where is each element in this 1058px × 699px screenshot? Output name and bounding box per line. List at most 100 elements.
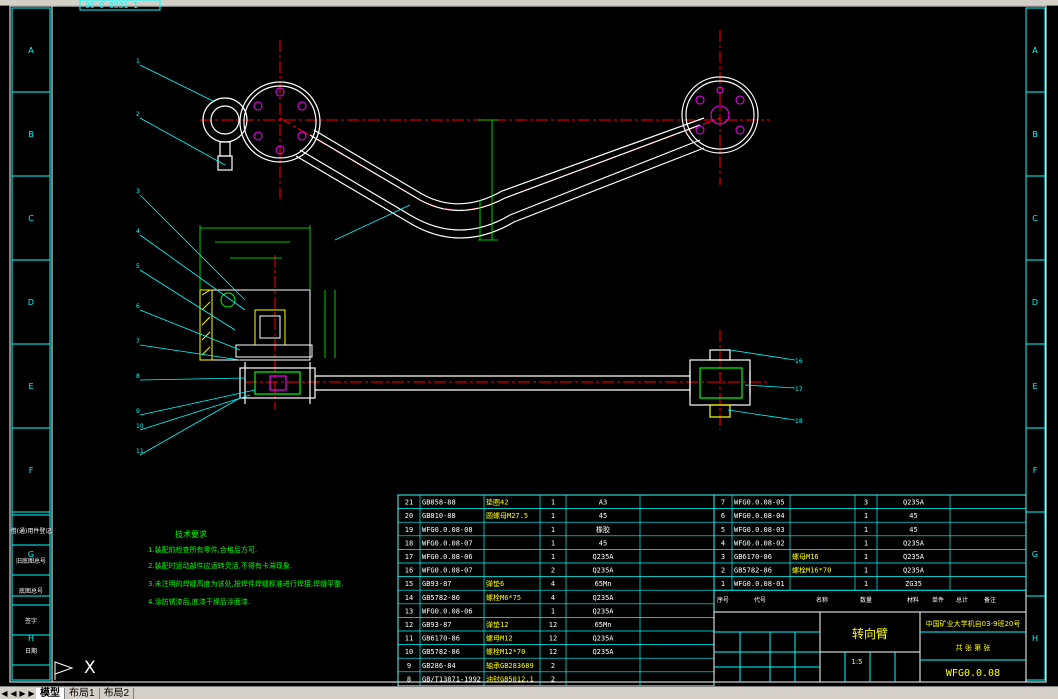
tech-req-title: 技术要求 [175,529,207,539]
bom-cell: 10 [405,648,413,656]
bom-cell: 6 [721,512,725,520]
bom-cell: 1 [864,512,868,520]
bom-header-cell: 代号 [754,596,766,604]
tech-req-line-2: 2.装配时运动部件应运转灵活,不得有卡滞现象. [148,561,292,570]
bom-cell: 1 [864,567,868,575]
title-sheet: 共 张 第 张 [956,643,991,652]
bom-cell: 11 [405,635,413,643]
bom-cell: 7 [721,499,725,507]
tech-req-line-1: 1.装配前检查所有零件,合格后方可. [148,545,257,554]
section-view [199,289,313,361]
bom-header-row: 序号 代号 名称 数量 材料 单件 总计 备注 [714,589,1026,604]
bom-cell: 圆螺母M27.5 [486,511,528,520]
part-balloon-left: 9 [136,408,140,415]
title-school: 中国矿业大学机自03-9班20号 [926,619,1021,628]
part-balloon-left: 7 [136,338,140,345]
bom-cell: WFG0.0.08-07 [422,567,473,575]
part-balloon-right: 17 [795,386,803,393]
bom-header-cell: 数量 [860,596,872,604]
bom-cell: WFG0.0.08-03 [734,526,785,534]
bom-cell: 1 [864,553,868,561]
bom-header-cell: 备注 [984,596,996,604]
bom-header-cell: 名称 [816,596,828,604]
title-drawing-no: WFG0.0.08 [946,668,1000,679]
tech-req-line-3: 3.未注明的焊缝高度为该处,按焊件焊缝标准进行焊接,焊缝平整. [148,579,343,588]
ucs-icon [54,661,74,680]
tab-layout2[interactable]: 布局2 [100,687,135,699]
tab-first-icon[interactable]: ◀ [0,689,9,698]
bom-cell: GB6170-86 [734,553,772,561]
bom-cell: 16 [405,567,413,575]
tab-model[interactable]: 模型 [36,687,65,699]
bom-cell: 65Mn [595,621,612,629]
bom-cell: 20 [405,512,413,520]
side-label-text: 日期 [25,647,37,655]
zone-letter-left: F [29,466,34,475]
bom-cell: WFG0.0.08-04 [734,512,785,520]
bom-cell: 19 [405,526,413,534]
technical-requirements: 技术要求 1.装配前检查所有零件,合格后方可. 2.装配时运动部件应运转灵活,不… [148,529,343,606]
bom-header-cell: 材料 [907,596,919,604]
zone-letter-right: H [1032,634,1038,643]
shaft-front-view [239,349,751,418]
bom-header-cell: 单件 [932,596,944,604]
bom-cell: 21 [405,499,413,507]
bom-cell: 弹垫6 [486,579,504,588]
bom-cell: Q235A [592,607,614,615]
tab-next-icon[interactable]: ▶ [18,689,27,698]
zone-letter-right: D [1032,298,1038,307]
bom-cell: 45 [909,512,917,520]
tab-prev-icon[interactable]: ◀ [9,689,18,698]
bom-cell: A3 [599,499,607,507]
bom-cell: 4 [551,594,555,602]
part-balloon-left: 4 [136,228,140,235]
part-balloon-left: 2 [136,111,140,118]
part-balloon-left: 5 [136,263,140,270]
bom-cell: 螺母M12 [486,634,513,643]
bom-cell: WFG0.0.08-08 [422,526,473,534]
bom-cell: 12 [549,621,557,629]
layout-tab-bar: ◀ ◀ ▶ ▶ 模型 布局1 布局2 [0,686,1058,699]
tab-last-icon[interactable]: ▶ [27,689,36,698]
part-balloons-right: 16 17 18 [795,358,803,425]
part-balloon-left: 11 [136,448,144,455]
part-balloon-left: 3 [136,188,140,195]
tab-layout1[interactable]: 布局1 [65,687,100,699]
bom-cell: 8 [407,675,411,683]
bom-cell: 45 [909,526,917,534]
bom-cell: 1 [551,499,555,507]
bom-cell: 4 [551,580,555,588]
bom-cell: Q235A [903,567,925,575]
bom-cell: 螺栓M6*75 [486,593,521,602]
bom-cell: GB6170-86 [422,635,460,643]
bom-cell: 1 [551,512,555,520]
bom-cell: 2 [551,675,555,683]
zone-letter-left: D [28,298,34,307]
bom-cell: Q235A [592,553,614,561]
bom-cell: 螺栓M12*70 [486,647,525,656]
bom-cell: GB5782-86 [422,648,460,656]
bom-cell: Q235A [592,594,614,602]
bom-cell: 12 [549,648,557,656]
bom-cell: 14 [405,594,413,602]
cad-drawing-canvas[interactable]: ABCDEFGH ABCDEFGH 借(通)用件登记旧底图总号底图总号签字日期 … [0,0,1058,686]
zone-letter-right: E [1032,382,1037,391]
centerlines [200,30,770,430]
part-balloon-left: 10 [136,423,144,430]
top-snippet: 00 0 0331 1 [85,1,138,10]
bom-cell: GB5782-86 [734,567,772,575]
bom-cell: 螺母M16 [792,552,819,561]
bom-cell: 45 [599,539,607,547]
side-label-text: 底图总号 [19,587,43,595]
zone-letter-left: A [28,46,34,55]
zone-letter-left: B [28,130,34,139]
zone-letter-left: E [28,382,33,391]
bom-cell: WFG0.0.08-07 [422,539,473,547]
bom-cell: 1 [551,607,555,615]
bom-cell: Q235A [592,635,614,643]
tech-req-line-4: 4.涂防锈漆后,底漆干燥后涂面漆. [148,597,250,606]
bom-cell: Q235A [592,567,614,575]
bom-cell: 油封GB5012.1 [486,674,534,683]
zone-letter-left: C [28,214,34,223]
command-prompt-cursor: X [84,658,96,678]
